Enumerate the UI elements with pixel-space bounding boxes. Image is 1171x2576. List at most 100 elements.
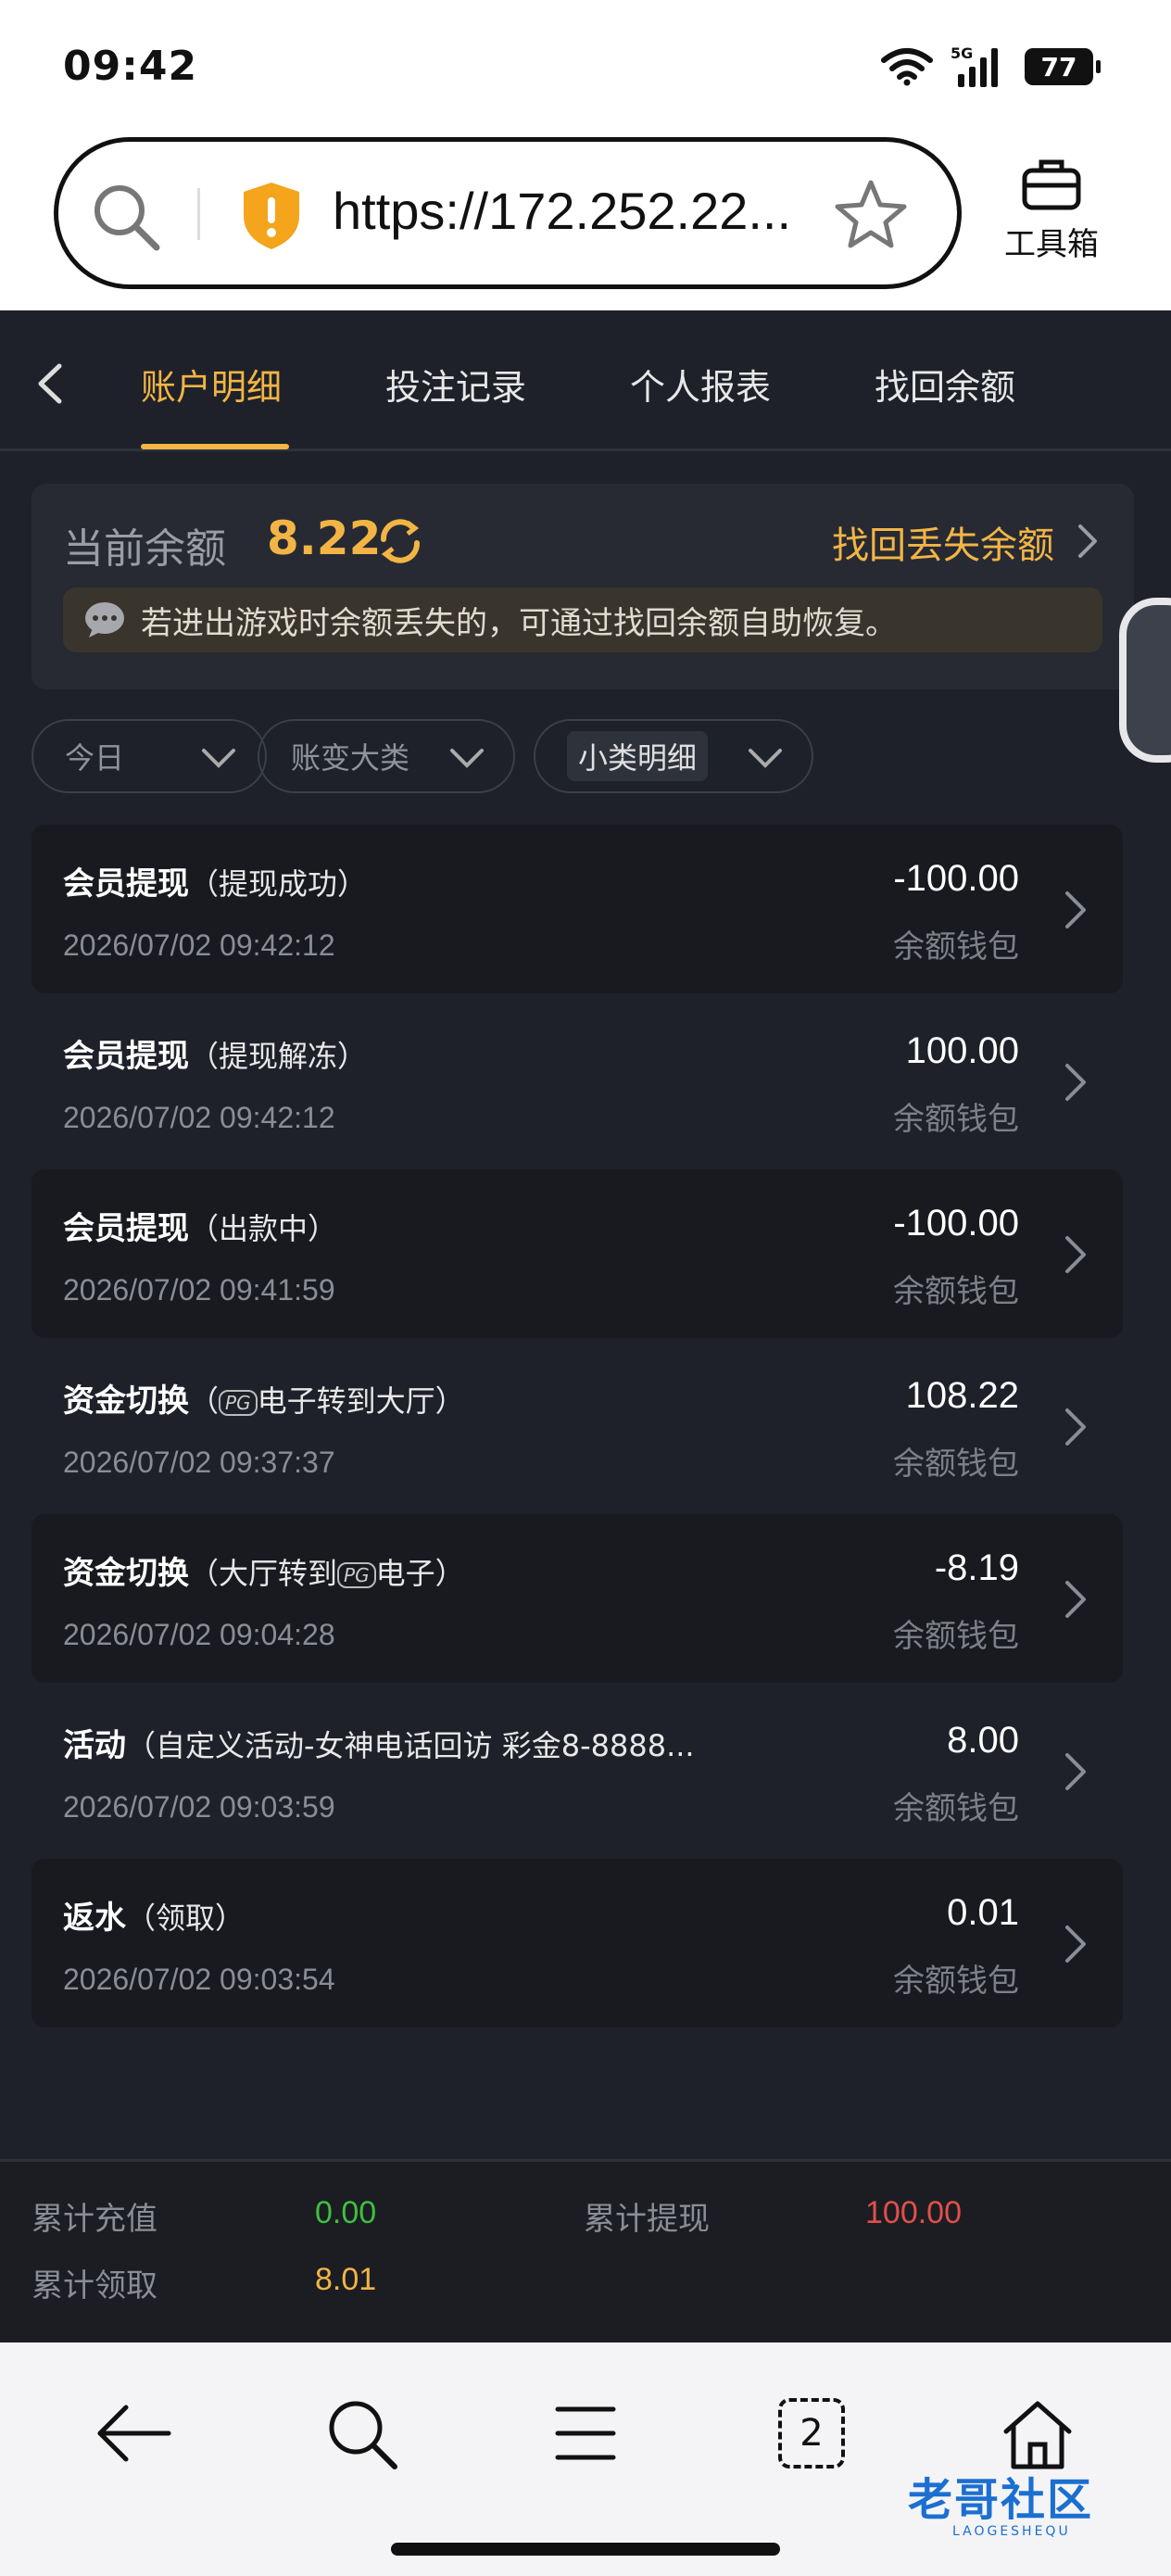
chevron-right-icon[interactable]: [1075, 521, 1101, 562]
back-chevron-icon[interactable]: [31, 360, 69, 407]
url-text[interactable]: https://172.252.22...: [333, 181, 791, 241]
browser-toolbar: https://172.252.22... 工具箱: [0, 120, 1171, 310]
transaction-wallet: 余额钱包: [893, 1101, 1019, 1138]
balance-value: 8.22: [267, 511, 382, 565]
total-claim-value: 8.01: [315, 2262, 377, 2297]
transaction-title: 返水（领取）: [63, 1900, 246, 1937]
transaction-date: 2026/07/02 09:37:37: [63, 1446, 335, 1479]
wifi-icon: [881, 48, 933, 86]
balance-card: 当前余额 8.22 找回丢失余额 若进出游戏时余额丢失的，可通过找回余额自助恢复…: [31, 484, 1134, 689]
transaction-title: 资金切换（大厅转到 PG 电子）: [63, 1555, 465, 1592]
transaction-row[interactable]: 会员提现（提现解冻） 2026/07/02 09:42:12 100.00 余额…: [31, 997, 1123, 1166]
transaction-row[interactable]: 返水（领取） 2026/07/02 09:03:54 0.01 余额钱包: [31, 1859, 1123, 2027]
transaction-row[interactable]: 会员提现（出款中） 2026/07/02 09:41:59 -100.00 余额…: [31, 1169, 1123, 1338]
active-tab-indicator: [141, 444, 289, 449]
floating-side-tab[interactable]: [1119, 598, 1171, 763]
transaction-amount: 0.01: [947, 1892, 1019, 1933]
transaction-date: 2026/07/02 09:42:12: [63, 928, 335, 962]
transaction-row[interactable]: 活动（自定义活动-女神电话回访 彩金8-8888... 2026/07/02 0…: [31, 1686, 1123, 1855]
total-deposit-value: 0.00: [315, 2195, 377, 2230]
transaction-date: 2026/07/02 09:03:54: [63, 1963, 335, 1996]
search-icon[interactable]: [92, 183, 162, 253]
security-shield-icon[interactable]: [240, 181, 303, 251]
tab-personal-report[interactable]: 个人报表: [630, 359, 771, 410]
total-withdraw-label: 累计提现: [584, 2201, 710, 2238]
transaction-amount: 108.22: [905, 1375, 1019, 1416]
chevron-right-icon[interactable]: [1062, 1232, 1089, 1277]
category-filter-dropdown[interactable]: 账变大类: [258, 719, 515, 793]
watermark-subtitle: LAOGESHEQU: [952, 2524, 1071, 2539]
transaction-amount: -100.00: [893, 858, 1019, 899]
chevron-right-icon[interactable]: [1062, 1577, 1089, 1622]
recover-lost-balance-link[interactable]: 找回丢失余额: [832, 515, 1054, 569]
address-bar[interactable]: https://172.252.22...: [54, 137, 962, 289]
transaction-title: 资金切换（ PG 电子转到大厅）: [63, 1383, 465, 1420]
transaction-amount: -100.00: [893, 1203, 1019, 1244]
transaction-amount: 8.00: [947, 1720, 1019, 1761]
total-deposit-label: 累计充值: [31, 2201, 157, 2238]
back-arrow-icon[interactable]: [94, 2398, 172, 2469]
transaction-wallet: 余额钱包: [893, 1790, 1019, 1827]
status-icons: 5G 77: [880, 44, 1101, 89]
watermark-logo: 老哥社区: [908, 2474, 1094, 2526]
notice-text: 若进出游戏时余额丢失的，可通过找回余额自助恢复。: [141, 604, 897, 642]
transaction-row[interactable]: 会员提现（提现成功） 2026/07/02 09:42:12 -100.00 余…: [31, 825, 1123, 993]
bookmark-star-icon[interactable]: [835, 179, 907, 249]
refresh-icon[interactable]: [376, 517, 424, 565]
page-tabs: 账户明细 投注记录 个人报表 找回余额: [0, 310, 1171, 451]
balance-notice: 若进出游戏时余额丢失的，可通过找回余额自助恢复。: [63, 587, 1102, 652]
tab-bet-records[interactable]: 投注记录: [385, 359, 526, 410]
menu-icon[interactable]: [554, 2398, 617, 2469]
date-filter-label: 今日: [65, 740, 125, 776]
signal-icon: 5G: [951, 44, 998, 87]
tabs-count-button[interactable]: 2: [778, 2398, 845, 2469]
chevron-down-icon: [202, 749, 235, 768]
pg-logo-icon: PG: [219, 1389, 258, 1416]
transaction-wallet: 余额钱包: [893, 1446, 1019, 1483]
battery-indicator: 77: [1025, 48, 1101, 85]
total-withdraw-value: 100.00: [865, 2195, 962, 2230]
chevron-down-icon: [450, 749, 484, 768]
total-claim-label: 累计领取: [31, 2267, 157, 2305]
home-indicator: [391, 2543, 780, 2556]
status-time: 09:42: [63, 43, 198, 90]
subcategory-filter-label: 小类明细: [567, 731, 709, 781]
transaction-date: 2026/07/02 09:04:28: [63, 1618, 335, 1651]
chevron-right-icon[interactable]: [1062, 888, 1089, 932]
transaction-amount: -8.19: [934, 1547, 1019, 1588]
home-icon[interactable]: [1001, 2398, 1075, 2470]
status-bar: 09:42 5G 77: [0, 0, 1171, 139]
address-divider: [197, 188, 200, 240]
transaction-row[interactable]: 资金切换（大厅转到 PG 电子） 2026/07/02 09:04:28 -8.19…: [31, 1514, 1123, 1683]
tab-account-details[interactable]: 账户明细: [141, 359, 282, 410]
network-label: 5G: [951, 44, 973, 62]
totals-summary: 累计充值 0.00 累计提现 100.00 累计领取 8.01: [0, 2159, 1171, 2344]
toolbox-button[interactable]: 工具箱: [996, 158, 1107, 264]
transaction-title: 会员提现（提现解冻）: [63, 1038, 368, 1075]
transaction-date: 2026/07/02 09:42:12: [63, 1101, 335, 1134]
transaction-wallet: 余额钱包: [893, 1963, 1019, 2000]
transaction-wallet: 余额钱包: [893, 1618, 1019, 1655]
category-filter-label: 账变大类: [291, 740, 410, 776]
transaction-wallet: 余额钱包: [893, 928, 1019, 966]
search-icon[interactable]: [326, 2398, 398, 2470]
transaction-title: 会员提现（提现成功）: [63, 865, 368, 903]
balance-label: 当前余额: [63, 525, 226, 573]
transaction-date: 2026/07/02 09:03:59: [63, 1790, 335, 1824]
transaction-title: 会员提现（出款中）: [63, 1210, 338, 1247]
transaction-date: 2026/07/02 09:41:59: [63, 1273, 335, 1307]
chevron-right-icon[interactable]: [1062, 1922, 1089, 1966]
chevron-right-icon[interactable]: [1062, 1405, 1089, 1449]
transaction-wallet: 余额钱包: [893, 1273, 1019, 1310]
date-filter-dropdown[interactable]: 今日: [31, 719, 267, 793]
chat-bubble-icon: [85, 602, 124, 638]
chevron-right-icon[interactable]: [1062, 1060, 1089, 1105]
tab-recover-balance[interactable]: 找回余额: [875, 359, 1015, 410]
transaction-row[interactable]: 资金切换（ PG 电子转到大厅） 2026/07/02 09:37:37 108.2…: [31, 1342, 1123, 1510]
subcategory-filter-dropdown[interactable]: 小类明细: [534, 719, 813, 793]
chevron-down-icon: [749, 749, 782, 768]
chevron-right-icon[interactable]: [1062, 1749, 1089, 1794]
toolbox-icon: [1022, 159, 1081, 210]
toolbox-label: 工具箱: [1004, 226, 1099, 263]
transaction-title: 活动（自定义活动-女神电话回访 彩金8-8888...: [63, 1727, 695, 1764]
